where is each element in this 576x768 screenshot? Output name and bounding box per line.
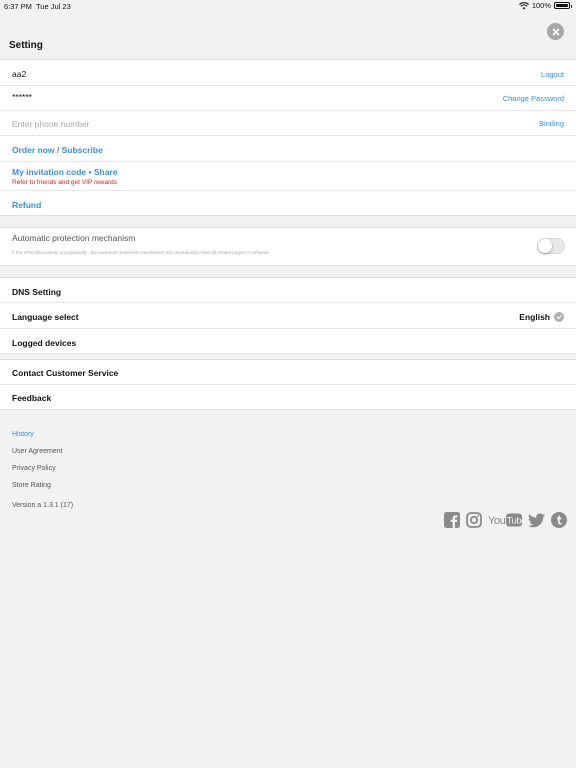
- protection-description: If the VPN disconnects unexpectedly , th…: [12, 250, 271, 255]
- support-group: Contact Customer Service Feedback: [0, 359, 576, 410]
- username-row: aa2 Logout: [0, 60, 576, 86]
- language-row[interactable]: Language select English: [0, 303, 576, 329]
- protection-group: Automatic protection mechanism If the VP…: [0, 227, 576, 266]
- invitation-hint: Refer to friends and get VIP rewards: [12, 179, 118, 186]
- dns-setting-label: DNS Setting: [12, 287, 62, 297]
- instagram-icon[interactable]: [466, 512, 482, 528]
- password-value: ******: [12, 92, 32, 102]
- page-title: Setting: [9, 40, 43, 51]
- invitation-share-link[interactable]: My invitation code • Share: [12, 167, 117, 177]
- feedback-label: Feedback: [12, 393, 52, 403]
- language-value: English: [519, 312, 550, 322]
- svg-text:You: You: [488, 515, 506, 527]
- close-icon: [552, 28, 559, 35]
- order-subscribe-link[interactable]: Order now / Subscribe: [12, 145, 103, 155]
- version-text: Version a 1.3.1 (17): [12, 502, 74, 509]
- toggle-knob: [538, 239, 552, 253]
- contact-row[interactable]: Contact Customer Service: [0, 360, 576, 385]
- change-password-button[interactable]: Change Password: [503, 94, 564, 103]
- logout-button[interactable]: Logout: [541, 70, 564, 79]
- username-value: aa2: [12, 69, 27, 79]
- dns-row[interactable]: DNS Setting: [0, 278, 576, 303]
- store-rating-link[interactable]: Store Rating: [12, 482, 51, 489]
- youtube-icon[interactable]: You Tube: [488, 512, 522, 528]
- status-right: 100%: [518, 1, 572, 10]
- battery-icon: [554, 2, 572, 9]
- status-time: 6:37 PM: [4, 2, 32, 11]
- protection-toggle[interactable]: [537, 238, 565, 254]
- account-group: aa2 Logout ****** Change Password Enter …: [0, 59, 576, 216]
- battery-percent: 100%: [531, 1, 551, 10]
- refund-link[interactable]: Refund: [12, 200, 41, 210]
- protection-title: Automatic protection mechanism: [12, 233, 136, 243]
- status-bar: 6:37 PM Tue Jul 23 100%: [0, 0, 576, 12]
- phone-input[interactable]: Enter phone number: [12, 119, 90, 129]
- social-links: You Tube: [444, 512, 567, 528]
- status-date: Tue Jul 23: [36, 2, 71, 11]
- history-link[interactable]: History: [12, 431, 34, 438]
- order-row[interactable]: Order now / Subscribe: [0, 136, 576, 162]
- checkmark-icon: [554, 312, 564, 322]
- refund-row[interactable]: Refund: [0, 191, 576, 217]
- logged-devices-label: Logged devices: [12, 338, 77, 348]
- close-button[interactable]: [547, 23, 564, 40]
- contact-service-label: Contact Customer Service: [12, 368, 119, 378]
- phone-row: Enter phone number Binding: [0, 111, 576, 136]
- invitation-row[interactable]: My invitation code • Share Refer to frie…: [0, 162, 576, 191]
- language-select-label: Language select: [12, 312, 79, 322]
- feedback-row[interactable]: Feedback: [0, 385, 576, 411]
- devices-row[interactable]: Logged devices: [0, 329, 576, 355]
- binding-button[interactable]: Binding: [539, 119, 564, 128]
- facebook-icon[interactable]: [444, 512, 460, 528]
- tumblr-icon[interactable]: [551, 512, 567, 528]
- wifi-icon: [518, 1, 529, 9]
- password-row: ****** Change Password: [0, 86, 576, 111]
- user-agreement-link[interactable]: User Agreement: [12, 448, 63, 455]
- twitter-icon[interactable]: [528, 512, 545, 528]
- svg-text:Tube: Tube: [507, 516, 522, 527]
- privacy-policy-link[interactable]: Privacy Policy: [12, 465, 56, 472]
- settings-group: DNS Setting Language select English Logg…: [0, 277, 576, 354]
